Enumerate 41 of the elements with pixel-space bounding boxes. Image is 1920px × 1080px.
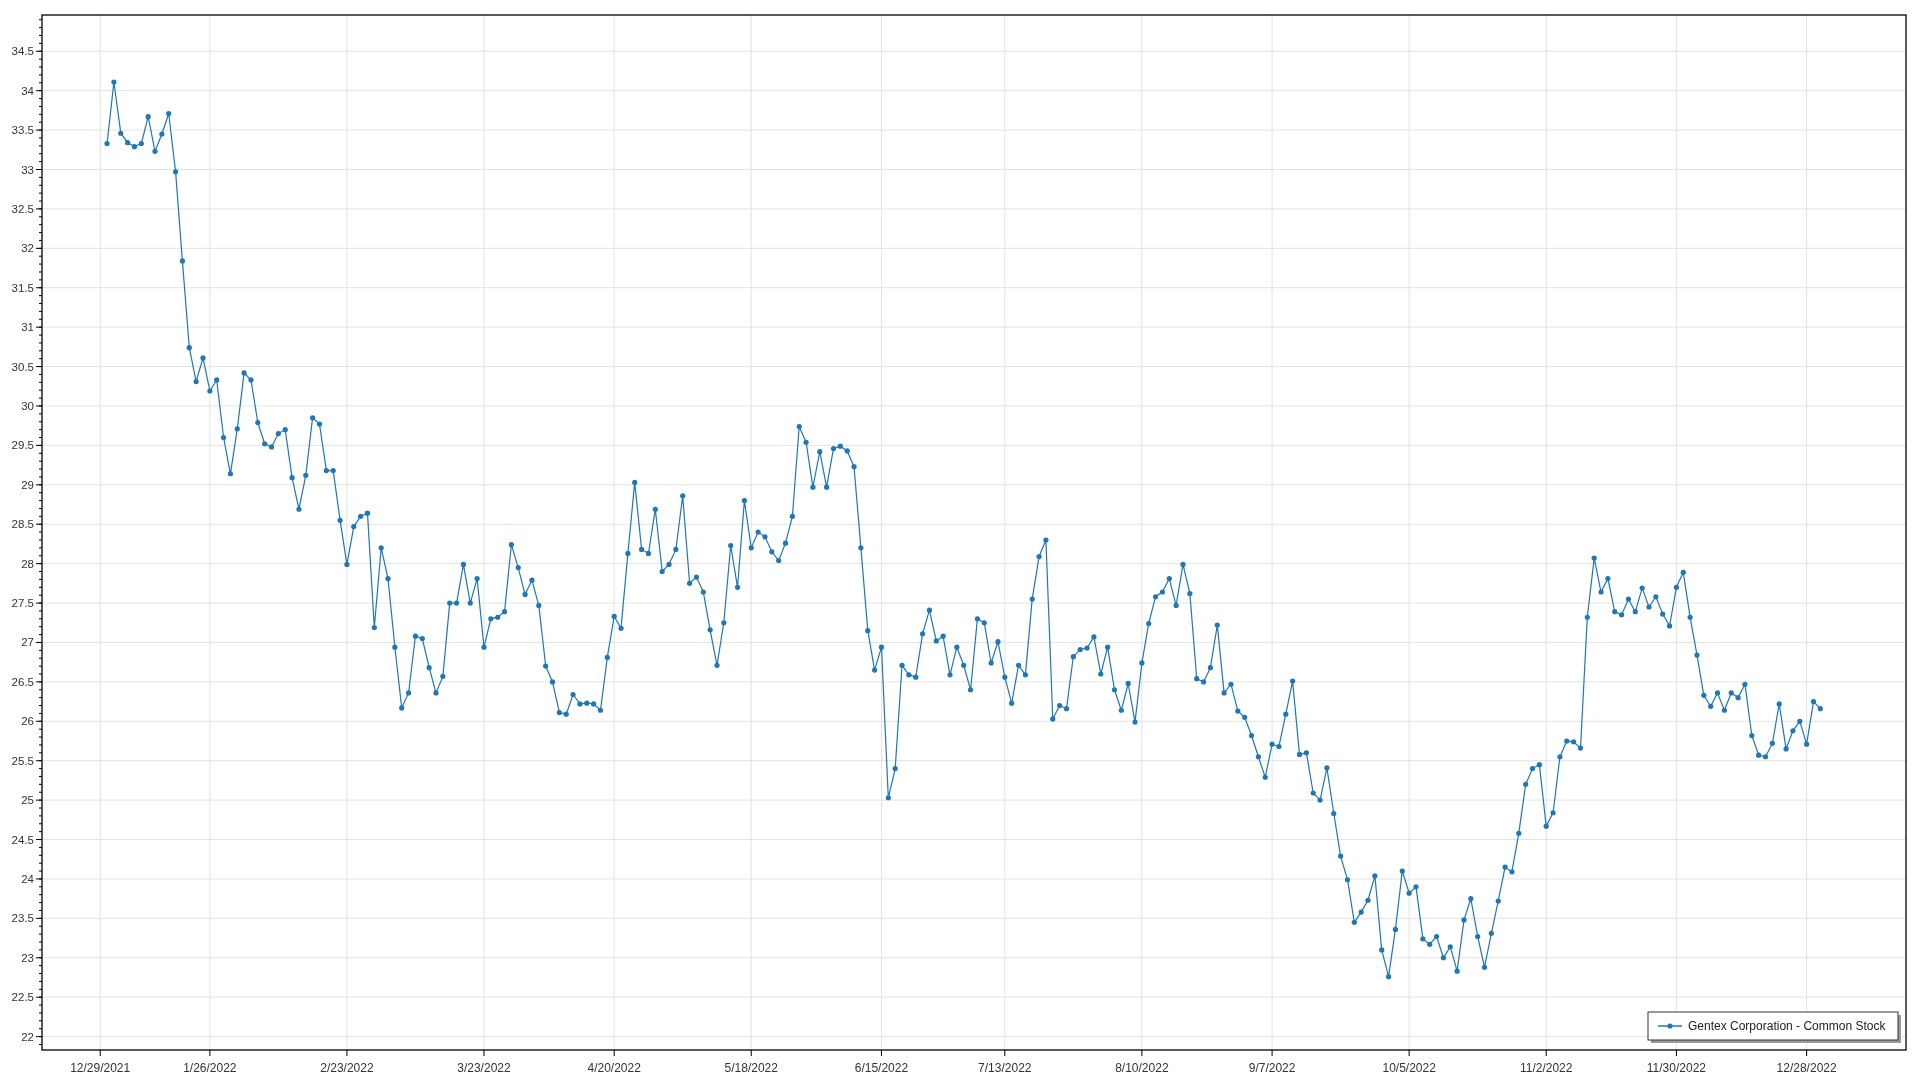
y-tick-label: 31.5 [11,281,34,294]
y-tick-label: 26 [21,715,34,728]
x-tick-label: 1/26/2022 [183,1061,237,1075]
x-tick-label: 11/2/2022 [1519,1061,1573,1075]
y-tick-label: 25.5 [11,754,34,767]
y-tick-label: 29.5 [11,439,34,452]
y-tick-label: 33 [21,163,34,176]
y-tick-label: 24 [21,872,34,885]
x-tick-label: 8/10/2022 [1115,1061,1169,1075]
x-tick-label: 7/13/2022 [978,1061,1032,1075]
legend-label: Gentex Corporation - Common Stock [1688,1019,1886,1033]
x-tick-label: 6/15/2022 [854,1061,909,1075]
y-tick-label: 27 [21,636,34,649]
y-tick-label: 23 [21,951,34,964]
x-tick-label: 12/29/2021 [70,1061,131,1075]
y-tick-label: 23.5 [11,912,34,925]
y-tick-label: 24.5 [11,833,34,846]
y-tick-label: 31 [21,321,34,334]
x-tick-label: 11/30/2022 [1646,1061,1706,1075]
y-tick-label: 29 [21,478,34,491]
x-tick-label: 12/28/2022 [1776,1061,1837,1075]
x-tick-label: 2/23/2022 [320,1061,374,1075]
y-tick-label: 30.5 [11,360,34,373]
y-tick-label: 34.5 [11,45,34,58]
y-tick-label: 32.5 [11,202,34,215]
y-tick-label: 32 [21,242,34,255]
y-tick-label: 30 [21,400,34,412]
y-tick-label: 28.5 [11,518,34,531]
y-tick-label: 34 [21,84,34,97]
y-tick-label: 27.5 [11,597,34,610]
x-tick-label: 5/18/2022 [724,1061,778,1075]
x-tick-label: 3/23/2022 [457,1061,511,1075]
y-tick-label: 25 [21,794,34,807]
y-tick-label: 26.5 [11,675,34,688]
y-tick-label: 22 [21,1030,34,1043]
x-tick-label: 4/20/2022 [587,1061,641,1075]
x-tick-label: 9/7/2022 [1248,1061,1296,1075]
x-tick-label: 10/5/2022 [1382,1061,1436,1075]
y-tick-label: 28 [21,557,34,570]
y-tick-label: 22.5 [11,991,34,1004]
y-tick-label: 33.5 [11,124,34,137]
